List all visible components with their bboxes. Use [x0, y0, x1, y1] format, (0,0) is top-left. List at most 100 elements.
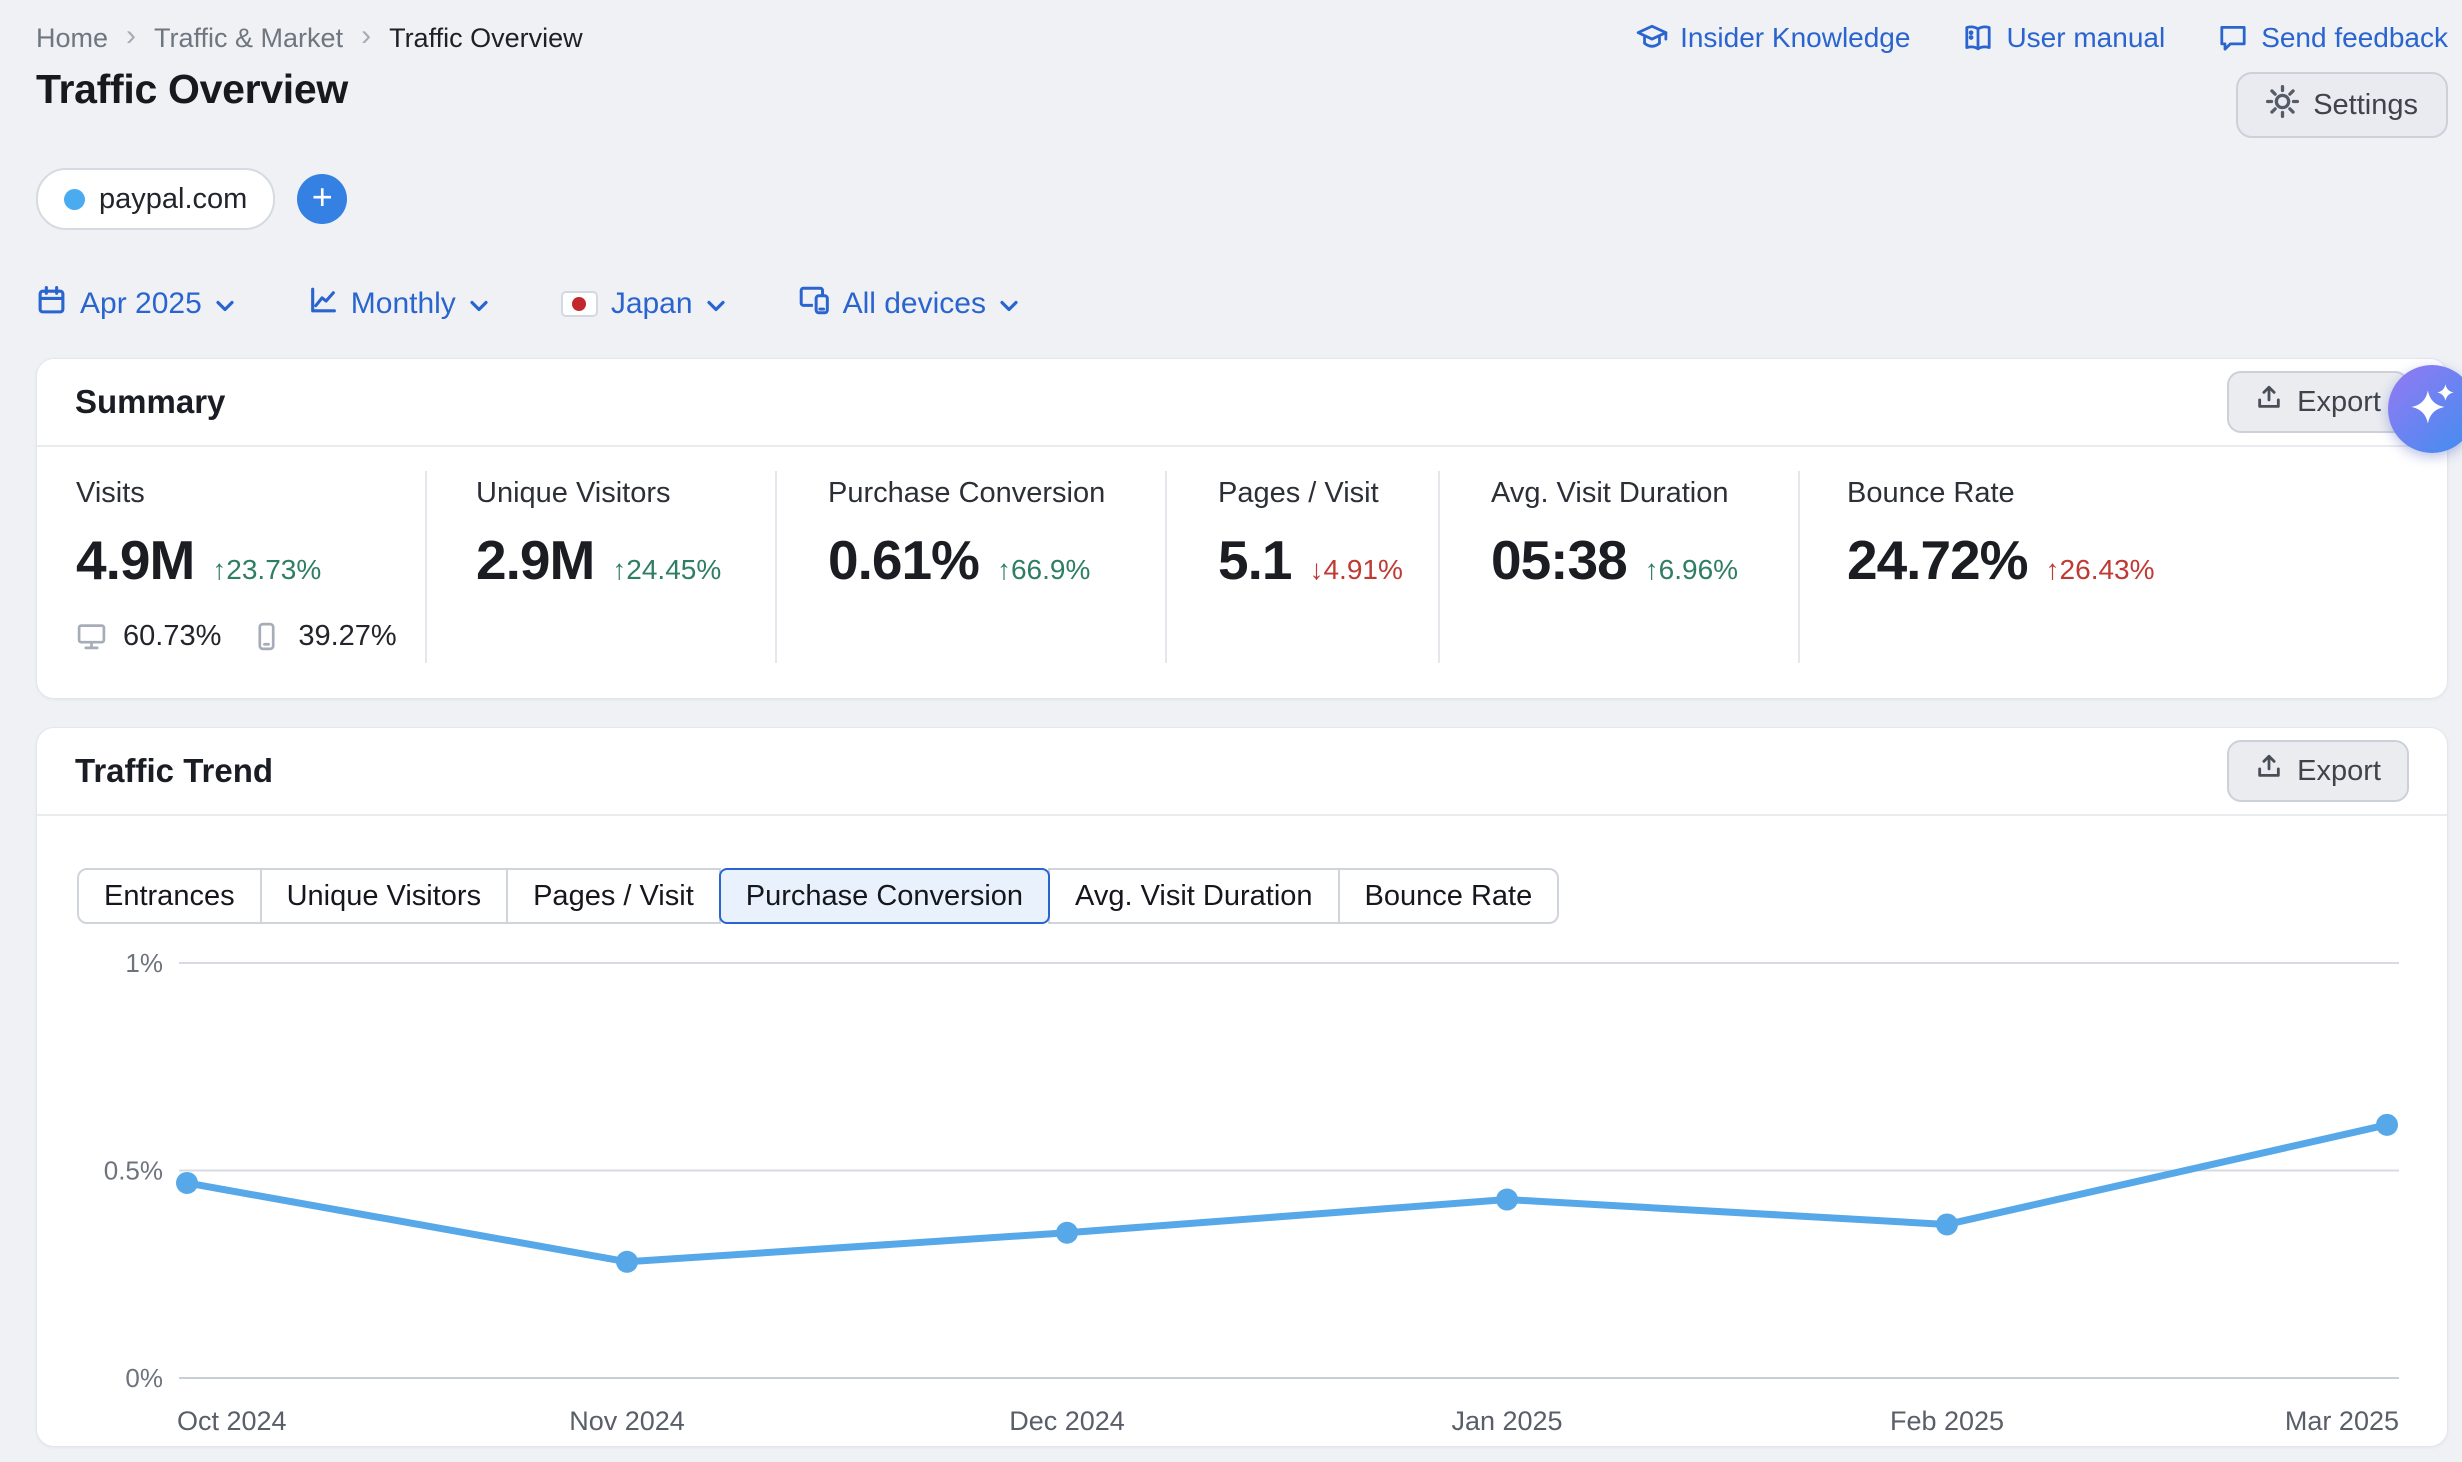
- metric-divider: [775, 471, 777, 663]
- breadcrumb: Home › Traffic & Market › Traffic Overvi…: [36, 23, 583, 54]
- location-filter[interactable]: Japan: [561, 287, 726, 321]
- metric-label: Avg. Visit Duration: [1491, 477, 1738, 510]
- upload-icon: [2255, 753, 2283, 789]
- date-filter-label: Apr 2025: [80, 287, 202, 321]
- svg-text:Oct 2024: Oct 2024: [177, 1406, 287, 1436]
- summary-export-label: Export: [2297, 386, 2381, 419]
- svg-text:Mar 2025: Mar 2025: [2285, 1406, 2399, 1436]
- sparkles-icon: [2401, 376, 2462, 443]
- traffic-overview-page: Home › Traffic & Market › Traffic Overvi…: [0, 0, 2462, 1462]
- devices-filter[interactable]: All devices: [798, 284, 1019, 324]
- metric-divider: [1438, 471, 1440, 663]
- chevron-down-icon: [999, 287, 1019, 321]
- japan-flag-icon: [561, 291, 598, 317]
- breadcrumb-home[interactable]: Home: [36, 23, 108, 54]
- metric-delta: ↑6.96%: [1645, 554, 1738, 586]
- device-split-row: 60.73% 39.27%: [76, 620, 397, 653]
- metric-label: Bounce Rate: [1847, 477, 2155, 510]
- target-row: paypal.com +: [36, 168, 347, 230]
- send-feedback-link[interactable]: Send feedback: [2217, 22, 2448, 54]
- svg-text:Nov 2024: Nov 2024: [569, 1406, 685, 1436]
- svg-text:Feb 2025: Feb 2025: [1890, 1406, 2004, 1436]
- metric-visits: Visits 4.9M ↑23.73% 60.73%: [76, 477, 397, 653]
- metric-delta: ↑23.73%: [212, 554, 321, 586]
- tab-avg-visit-duration[interactable]: Avg. Visit Duration: [1048, 868, 1340, 924]
- add-competitor-button[interactable]: +: [297, 174, 347, 224]
- page-title: Traffic Overview: [36, 66, 348, 113]
- insider-knowledge-link[interactable]: Insider Knowledge: [1636, 22, 1910, 54]
- settings-label: Settings: [2313, 89, 2418, 122]
- breadcrumb-current: Traffic Overview: [389, 23, 583, 54]
- tab-unique-visitors[interactable]: Unique Visitors: [260, 868, 509, 924]
- svg-text:0%: 0%: [125, 1363, 163, 1393]
- tab-bounce-rate[interactable]: Bounce Rate: [1338, 868, 1560, 924]
- metric-divider: [425, 471, 427, 663]
- tab-pages-per-visit[interactable]: Pages / Visit: [506, 868, 721, 924]
- settings-button[interactable]: Settings: [2236, 72, 2448, 138]
- metric-purchase-conversion: Purchase Conversion 0.61% ↑66.9%: [828, 477, 1105, 592]
- trend-chart: 1% 0.5% 0% Oct 2024 Nov 2024 Dec 2024 Jan 2025…: [67, 923, 2419, 1443]
- tab-entrances[interactable]: Entrances: [77, 868, 262, 924]
- metric-pages-per-visit: Pages / Visit 5.1 ↓4.91%: [1218, 477, 1403, 592]
- trend-export-button[interactable]: Export: [2227, 740, 2409, 802]
- metric-delta: ↑66.9%: [997, 554, 1090, 586]
- traffic-trend-header: Traffic Trend Export: [37, 728, 2447, 816]
- svg-text:Jan 2025: Jan 2025: [1451, 1406, 1562, 1436]
- traffic-trend-card: Traffic Trend Export Entrances Unique Vi…: [36, 727, 2448, 1447]
- date-filter[interactable]: Apr 2025: [36, 285, 235, 324]
- devices-icon: [798, 284, 830, 324]
- summary-export-button[interactable]: Export: [2227, 371, 2409, 433]
- metric-delta: ↑24.45%: [612, 554, 721, 586]
- line-chart-icon: [307, 285, 338, 324]
- summary-card: Summary Export Visits: [36, 358, 2448, 699]
- trend-chart-svg[interactable]: 1% 0.5% 0% Oct 2024 Nov 2024 Dec 2024 Jan 2025…: [67, 923, 2419, 1443]
- upload-icon: [2255, 384, 2283, 420]
- svg-text:1%: 1%: [125, 948, 163, 978]
- top-bar: Home › Traffic & Market › Traffic Overvi…: [36, 16, 2448, 60]
- domain-chip[interactable]: paypal.com: [36, 168, 275, 230]
- metric-value: 0.61%: [828, 528, 979, 592]
- chevron-down-icon: [215, 287, 235, 321]
- metric-unique-visitors: Unique Visitors 2.9M ↑24.45%: [476, 477, 721, 592]
- chevron-down-icon: [706, 287, 726, 321]
- breadcrumb-separator-icon: ›: [126, 21, 136, 51]
- summary-header: Summary Export: [37, 359, 2447, 447]
- speech-bubble-icon: [2217, 22, 2249, 54]
- granularity-filter-label: Monthly: [351, 287, 456, 321]
- mobile-icon: [251, 621, 282, 652]
- devices-filter-label: All devices: [843, 287, 986, 321]
- metric-label: Purchase Conversion: [828, 477, 1105, 510]
- metric-value: 24.72%: [1847, 528, 2028, 592]
- traffic-trend-title: Traffic Trend: [75, 752, 273, 790]
- desktop-share: 60.73%: [123, 620, 221, 653]
- metric-divider: [1798, 471, 1800, 663]
- tab-purchase-conversion[interactable]: Purchase Conversion: [719, 868, 1050, 924]
- domain-color-dot: [64, 189, 85, 210]
- top-links: Insider Knowledge User manual: [1636, 22, 2448, 54]
- metric-divider: [1165, 471, 1167, 663]
- summary-title: Summary: [75, 383, 225, 421]
- filters-bar: Apr 2025 Monthly Japan: [36, 284, 1019, 324]
- insider-knowledge-label: Insider Knowledge: [1680, 22, 1910, 54]
- trend-metric-tabs: Entrances Unique Visitors Pages / Visit …: [77, 868, 1559, 924]
- user-manual-label: User manual: [2006, 22, 2165, 54]
- location-filter-label: Japan: [611, 287, 693, 321]
- user-manual-link[interactable]: User manual: [1962, 22, 2165, 54]
- chevron-down-icon: [469, 287, 489, 321]
- metric-delta: ↓4.91%: [1309, 554, 1402, 586]
- calendar-icon: [36, 285, 67, 324]
- mobile-share: 39.27%: [298, 620, 396, 653]
- metric-value: 5.1: [1218, 528, 1291, 592]
- svg-text:0.5%: 0.5%: [104, 1156, 163, 1186]
- metric-value: 05:38: [1491, 528, 1627, 592]
- granularity-filter[interactable]: Monthly: [307, 285, 489, 324]
- domain-label: paypal.com: [99, 183, 247, 216]
- breadcrumb-traffic-market[interactable]: Traffic & Market: [154, 23, 343, 54]
- metric-avg-visit-duration: Avg. Visit Duration 05:38 ↑6.96%: [1491, 477, 1738, 592]
- book-icon: [1962, 22, 1994, 54]
- metric-delta: ↑26.43%: [2046, 554, 2155, 586]
- desktop-icon: [76, 621, 107, 652]
- trend-export-label: Export: [2297, 755, 2381, 788]
- breadcrumb-separator-icon: ›: [361, 21, 371, 51]
- svg-text:Dec 2024: Dec 2024: [1009, 1406, 1125, 1436]
